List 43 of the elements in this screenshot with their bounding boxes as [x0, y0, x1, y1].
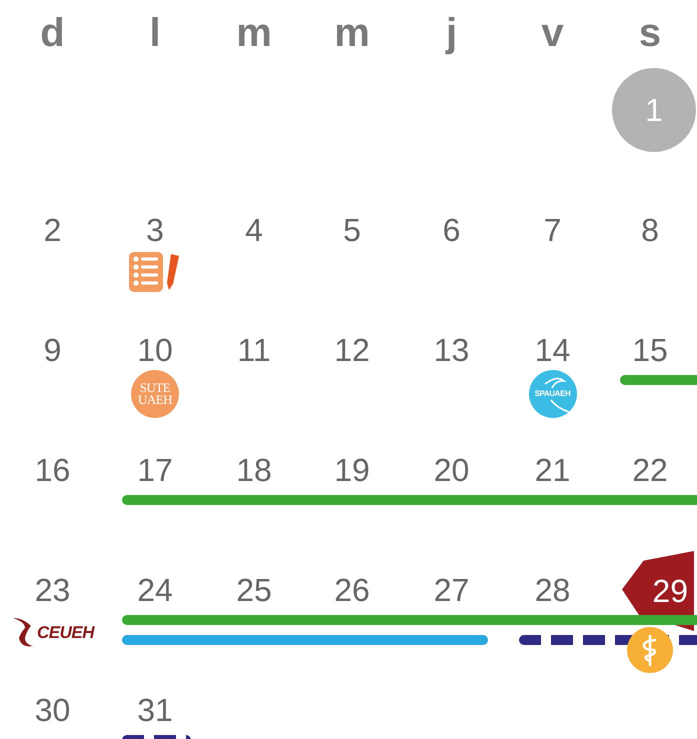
- day-number[interactable]: 13: [434, 330, 470, 370]
- day-number[interactable]: 22: [632, 450, 668, 490]
- weekday-label: m: [236, 12, 272, 52]
- weekday-label: l: [149, 12, 161, 52]
- weekday-label: s: [638, 12, 662, 52]
- day-number[interactable]: 2: [44, 210, 62, 250]
- day-number[interactable]: 19: [334, 450, 370, 490]
- logo-text: CEUEH: [36, 623, 94, 643]
- day-number[interactable]: 12: [334, 330, 370, 370]
- weekday-label: m: [334, 12, 370, 52]
- day-number[interactable]: 6: [442, 210, 460, 250]
- event-bar[interactable]: [122, 615, 697, 625]
- day-number[interactable]: 28: [534, 570, 570, 610]
- day-number[interactable]: 9: [44, 330, 62, 370]
- day-number[interactable]: 24: [137, 570, 173, 610]
- day-number[interactable]: 27: [434, 570, 470, 610]
- day-number[interactable]: 17: [137, 450, 173, 490]
- day-number[interactable]: 11: [237, 330, 271, 370]
- event-bar[interactable]: [620, 375, 697, 385]
- logo-seal: SPAUAEH: [528, 370, 576, 418]
- day-number[interactable]: 26: [334, 570, 370, 610]
- day-number[interactable]: 14: [534, 330, 570, 370]
- day-number[interactable]: 31: [137, 690, 173, 730]
- day-number[interactable]: 3: [146, 210, 164, 250]
- day-number[interactable]: 15: [632, 330, 668, 370]
- day-number[interactable]: 8: [641, 210, 659, 250]
- day-number[interactable]: 5: [343, 210, 361, 250]
- day-number[interactable]: 18: [236, 450, 272, 490]
- day-number[interactable]: 25: [236, 570, 272, 610]
- day-number[interactable]: 20: [434, 450, 470, 490]
- day-number[interactable]: 30: [34, 690, 70, 730]
- day-number[interactable]: 4: [245, 210, 263, 250]
- day-number[interactable]: 21: [534, 450, 570, 490]
- day-number[interactable]: 23: [34, 570, 70, 610]
- event-bar[interactable]: [122, 635, 488, 645]
- day-number[interactable]: 10: [137, 330, 173, 370]
- day-number[interactable]: 7: [544, 210, 562, 250]
- event-bar[interactable]: [122, 495, 697, 505]
- weekday-label: v: [541, 12, 564, 52]
- weekday-label: d: [40, 12, 65, 52]
- day-number[interactable]: 16: [34, 450, 70, 490]
- weekday-label: j: [446, 12, 458, 52]
- logo-seal: SUTE UAEH: [131, 370, 179, 418]
